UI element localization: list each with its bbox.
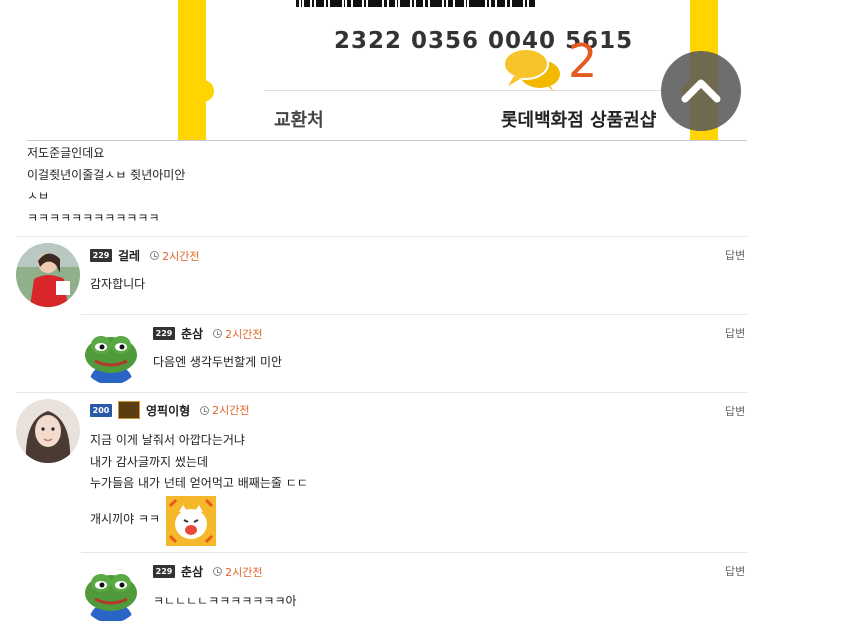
nickname[interactable]: 춘삼 <box>181 563 203 580</box>
comment: 200 영픽이형 2시간전 답변 지금 이게 날줘서 아깝다는거냐 내가 감사글… <box>16 392 747 552</box>
clock-icon <box>213 567 223 576</box>
comment-text: 지금 이게 날줘서 아깝다는거냐 내가 감사글까지 썼는데 누가들음 내가 넌테… <box>90 430 308 495</box>
frog-avatar-icon[interactable] <box>81 563 141 623</box>
time-label: 2시간전 <box>225 565 263 579</box>
comment-bubble-icon[interactable] <box>502 46 564 94</box>
comment-text: 다음엔 생각두번할게 미안 <box>153 352 282 374</box>
comment-count: 2 <box>568 34 598 88</box>
nickname[interactable]: 영픽이형 <box>146 402 190 419</box>
post-line: ㅋㅋㅋㅋㅋㅋㅋㅋㅋㅋㅋㅋ <box>27 210 160 225</box>
voucher-card: 2322 0356 0040 5615 교환처 롯데백화점 상품권샵 <box>206 0 690 141</box>
reply-link[interactable]: 답변 <box>725 563 745 579</box>
barcode <box>296 0 628 7</box>
comment-time: 2시간전 <box>213 564 262 580</box>
scroll-up-chevron-icon <box>681 79 721 103</box>
post-line: 저도준글인데요 <box>27 146 105 160</box>
comment-line: 개시끼야 ㅋㅋ <box>90 512 161 526</box>
comment-reply: 229 춘삼 2시간전 답변 다음엔 생각두번할게 미안 <box>81 314 747 392</box>
voucher-store-name: 롯데백화점 상품권샵 <box>501 110 657 131</box>
post-body: 저도준글인데요 이걸쥣년이줄걸ㅅㅂ 쥣년아미안 ㅅㅂ ㅋㅋㅋㅋㅋㅋㅋㅋㅋㅋㅋㅋ <box>27 143 185 229</box>
level-badge: 229 <box>153 565 175 578</box>
scroll-to-top-button[interactable] <box>661 51 741 131</box>
comment-header: 229 춘삼 2시간전 <box>153 563 262 580</box>
comment-line: ㅋㄴㄴㄴㄴㅋㅋㅋㅋㅋㅋㅋ아 <box>153 594 297 608</box>
comment-line: 지금 이게 날줘서 아깝다는거냐 <box>90 433 245 447</box>
reply-link[interactable]: 답변 <box>725 403 745 419</box>
voucher-image: 2322 0356 0040 5615 교환처 롯데백화점 상품권샵 <box>178 0 718 141</box>
comment: 229 걸레 2시간전 답변 감자합니다 <box>16 236 747 314</box>
comment-line: 내가 감사글까지 썼는데 <box>90 454 209 469</box>
comment-header: 229 춘삼 2시간전 <box>153 325 262 342</box>
clock-icon <box>150 251 160 260</box>
nickname[interactable]: 걸레 <box>118 247 140 264</box>
comment-time: 2시간전 <box>200 402 250 418</box>
comment-reply: 229 춘삼 2시간전 답변 ㅋㄴㄴㄴㄴㅋㅋㅋㅋㅋㅋㅋ아 <box>81 552 747 627</box>
time-label: 2시간전 <box>212 404 250 417</box>
comment-time: 2시간전 <box>150 248 199 264</box>
comment-line: 다음엔 생각두번할게 미안 <box>153 355 283 369</box>
comment-text: ㅋㄴㄴㄴㄴㅋㅋㅋㅋㅋㅋㅋ아 <box>153 591 297 613</box>
level-badge: 229 <box>90 249 112 262</box>
voucher-divider <box>264 90 684 91</box>
post-line: ㅅㅂ <box>27 189 50 203</box>
frog-avatar-icon[interactable] <box>81 325 141 385</box>
comment-header: 200 영픽이형 2시간전 <box>90 401 250 419</box>
post-divider <box>27 140 747 141</box>
level-badge: 229 <box>153 327 175 340</box>
post-line: 이걸쥣년이줄걸ㅅㅂ 쥣년아미안 <box>27 167 186 182</box>
clock-icon <box>213 329 223 338</box>
emoticon-icon <box>166 496 216 546</box>
time-label: 2시간전 <box>162 249 200 263</box>
clock-icon <box>200 405 210 415</box>
voucher-exchange-label: 교환처 <box>274 110 324 131</box>
medal-icon <box>118 401 140 419</box>
reply-link[interactable]: 답변 <box>725 325 745 341</box>
reply-link[interactable]: 답변 <box>725 247 745 263</box>
nickname[interactable]: 춘삼 <box>181 325 203 342</box>
time-label: 2시간전 <box>225 327 263 341</box>
comment-line: 감자합니다 <box>90 277 146 291</box>
comment-header: 229 걸레 2시간전 <box>90 247 199 264</box>
comment-time: 2시간전 <box>213 326 262 342</box>
avatar[interactable] <box>16 399 80 463</box>
comment-line: 누가들음 내가 넌테 얻어먹고 배째는줄 ㄷㄷ <box>90 476 308 490</box>
level-badge: 200 <box>90 403 112 417</box>
avatar[interactable] <box>16 243 80 307</box>
comment-text: 감자합니다 <box>90 274 145 296</box>
voucher-notch-left <box>192 80 214 102</box>
